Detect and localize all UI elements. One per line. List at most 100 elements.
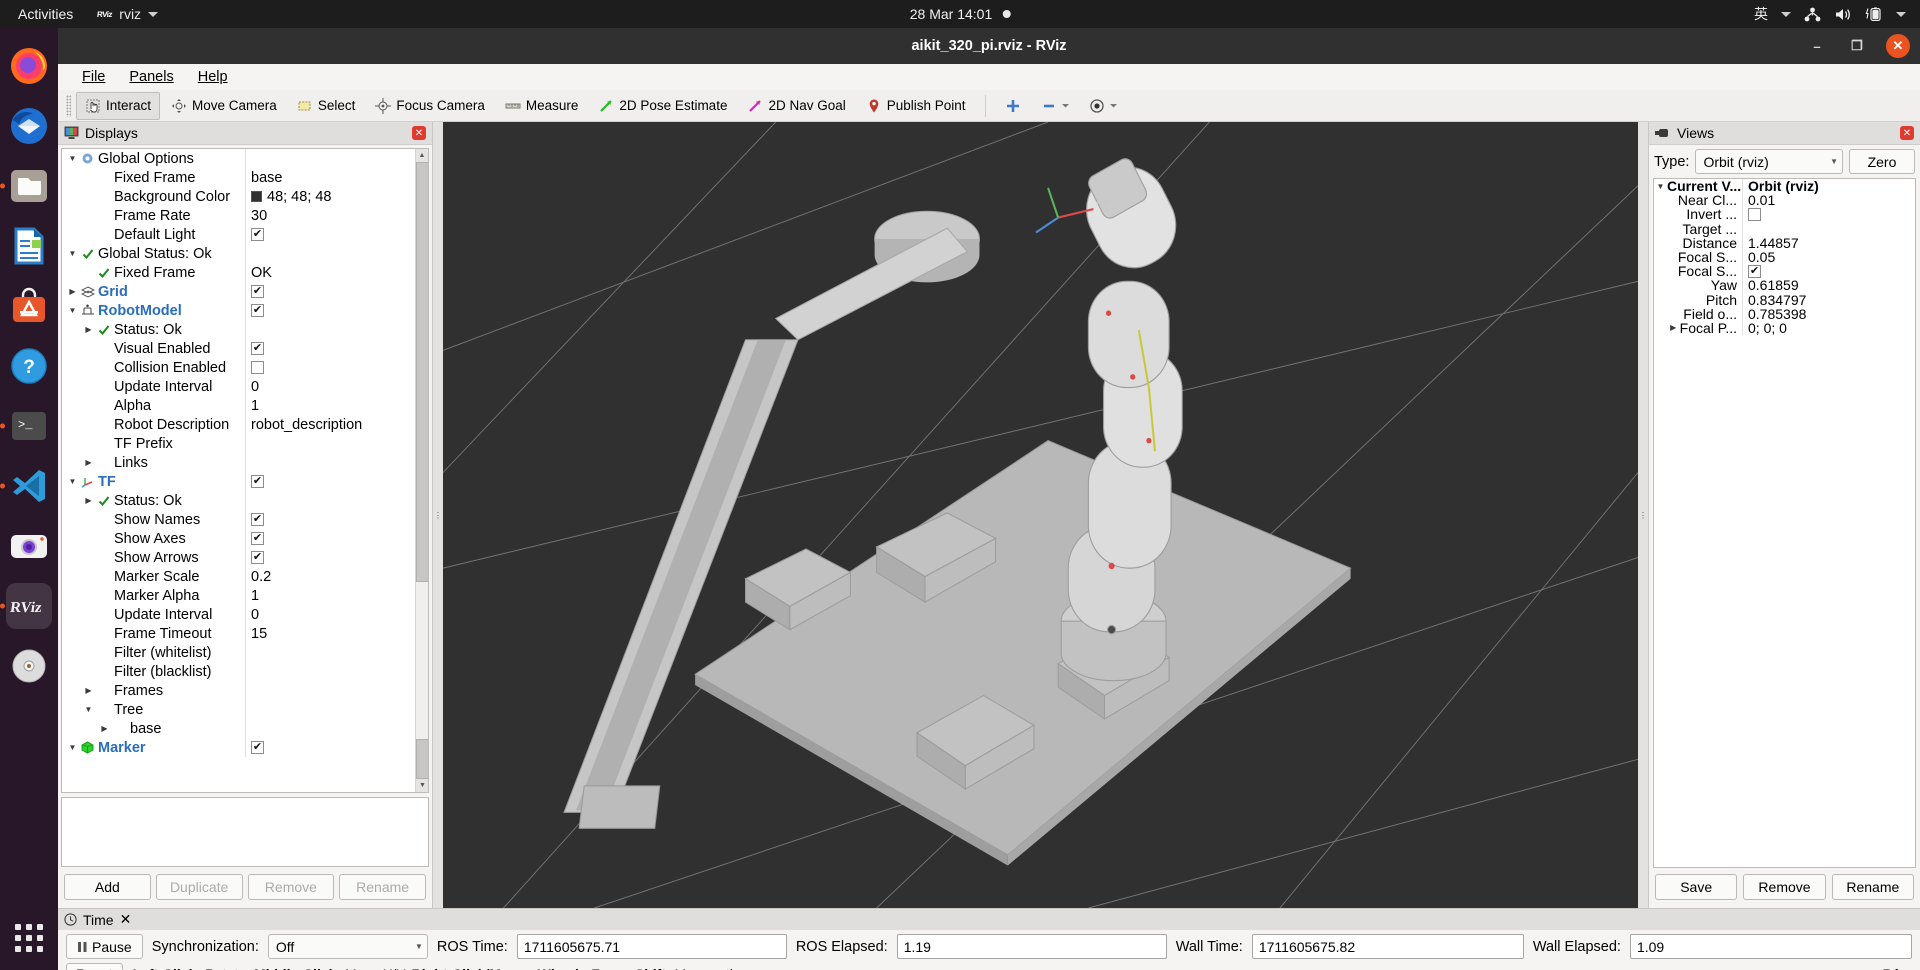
view-type-select[interactable]: Orbit (rviz) ▼	[1695, 149, 1843, 174]
display-row-value[interactable]: 15	[245, 624, 428, 643]
tool-select[interactable]: Select	[288, 92, 365, 120]
chevron-down-icon[interactable]: ▼	[82, 705, 95, 714]
remove-view-button[interactable]: Remove	[1743, 874, 1826, 900]
display-row-value[interactable]	[245, 149, 428, 168]
display-row[interactable]: Background Color 48; 48; 48	[62, 187, 428, 206]
chevron-right-icon[interactable]: ▶	[82, 325, 95, 334]
display-row[interactable]: Collision Enabled	[62, 358, 428, 377]
view-property-row[interactable]: Pitch 0.834797	[1654, 292, 1915, 308]
view-property-value[interactable]: 0.61859	[1742, 277, 1915, 293]
dock-item-files[interactable]	[0, 163, 52, 209]
left-splitter-handle[interactable]: ⋮	[433, 122, 443, 908]
display-row[interactable]: ▶ Links	[62, 453, 428, 472]
color-swatch[interactable]	[251, 191, 262, 202]
display-row-value[interactable]: base	[245, 168, 428, 187]
display-row-value[interactable]: 0	[245, 377, 428, 396]
pause-button[interactable]: Pause	[66, 934, 143, 959]
display-row-value[interactable]	[245, 700, 428, 719]
checkbox-unchecked[interactable]	[1748, 207, 1761, 221]
minimize-button[interactable]: –	[1806, 35, 1828, 57]
save-view-button[interactable]: Save	[1655, 874, 1738, 900]
display-row-value[interactable]: ✔	[245, 510, 428, 529]
checkbox-unchecked[interactable]	[251, 361, 264, 374]
rename-view-button[interactable]: Rename	[1831, 874, 1914, 900]
display-row[interactable]: ▼ TF ✔	[62, 472, 428, 491]
tool-2d-pose-estimate[interactable]: 2D Pose Estimate	[589, 92, 736, 120]
app-menu-button[interactable]: RViz rviz	[87, 6, 168, 22]
view-property-value[interactable]: 0.01	[1742, 192, 1915, 208]
views-tree[interactable]: ▼ Current V... Orbit (rviz) Near Cl... 0.01 I…	[1653, 178, 1916, 868]
tool-interact[interactable]: Interact	[76, 91, 161, 120]
synchronization-select[interactable]: Off ▼	[267, 934, 428, 959]
display-row-value[interactable]: ✔	[245, 548, 428, 567]
tool-move-camera[interactable]: Move Camera	[162, 92, 286, 120]
view-property-row[interactable]: Target ...	[1654, 221, 1915, 237]
toolbar-drag-handle[interactable]	[66, 94, 71, 117]
display-row[interactable]: Fixed Frame OK	[62, 263, 428, 282]
display-row-value[interactable]: ✔	[245, 472, 428, 491]
display-row-value[interactable]: ✔	[245, 529, 428, 548]
view-property-row[interactable]: ▼ Current V... Orbit (rviz)	[1654, 179, 1915, 194]
add-button[interactable]: Add	[64, 874, 151, 900]
display-row[interactable]: ▼ Marker ✔	[62, 738, 428, 757]
tool-properties-button[interactable]	[1080, 92, 1126, 120]
display-row[interactable]: Fixed Frame base	[62, 168, 428, 187]
battery-icon[interactable]	[1865, 6, 1883, 22]
right-splitter-handle[interactable]: ⋮	[1638, 122, 1648, 908]
display-row[interactable]: Robot Description robot_description	[62, 415, 428, 434]
menu-panels[interactable]: Panels	[119, 67, 183, 87]
display-row-value[interactable]: OK	[245, 263, 428, 282]
chevron-down-icon[interactable]: ▼	[66, 249, 79, 258]
display-row[interactable]: Update Interval 0	[62, 605, 428, 624]
display-row[interactable]: TF Prefix	[62, 434, 428, 453]
checkbox-checked[interactable]: ✔	[251, 228, 264, 241]
chevron-right-icon[interactable]: ▶	[98, 724, 111, 733]
checkbox-checked[interactable]: ✔	[251, 304, 264, 317]
display-row[interactable]: Default Light ✔	[62, 225, 428, 244]
dock-item-help[interactable]: ?	[6, 343, 52, 389]
view-property-row[interactable]: Yaw 0.61859	[1654, 277, 1915, 293]
display-row[interactable]: ▼ Tree	[62, 700, 428, 719]
display-row-value[interactable]	[245, 491, 428, 510]
view-property-row[interactable]: Focal S... ✔	[1654, 263, 1915, 279]
ime-chevron-down-icon[interactable]	[1781, 11, 1791, 17]
close-icon[interactable]: ✕	[120, 911, 132, 928]
wall-elapsed-field[interactable]: 1.09	[1629, 934, 1912, 959]
chevron-down-icon[interactable]: ▼	[66, 743, 79, 752]
activities-button[interactable]: Activities	[0, 6, 87, 22]
checkbox-checked[interactable]: ✔	[251, 551, 264, 564]
view-property-row[interactable]: Invert ...	[1654, 206, 1915, 222]
dock-item-rviz[interactable]: RViz	[0, 583, 52, 629]
tool-focus-camera[interactable]: Focus Camera	[366, 92, 494, 120]
ros-elapsed-field[interactable]: 1.19	[896, 934, 1167, 959]
display-row[interactable]: Filter (blacklist)	[62, 662, 428, 681]
display-row-value[interactable]: ✔	[245, 738, 428, 757]
dock-item-vscode[interactable]	[0, 463, 52, 509]
display-row-value[interactable]: 30	[245, 206, 428, 225]
reset-button[interactable]: Reset	[66, 963, 123, 970]
view-property-row[interactable]: Near Cl... 0.01	[1654, 192, 1915, 208]
display-row[interactable]: ▶ Grid ✔	[62, 282, 428, 301]
chevron-down-icon[interactable]: ▼	[66, 306, 79, 315]
tool-2d-nav-goal[interactable]: 2D Nav Goal	[738, 92, 854, 120]
chevron-right-icon[interactable]: ▶	[1667, 323, 1680, 332]
checkbox-checked[interactable]: ✔	[251, 475, 264, 488]
view-property-value[interactable]	[1742, 207, 1915, 222]
view-property-value[interactable]	[1742, 221, 1915, 236]
display-row-value[interactable]	[245, 244, 428, 263]
chevron-right-icon[interactable]: ▶	[82, 458, 95, 467]
display-row-value[interactable]: 1	[245, 396, 428, 415]
display-row-value[interactable]: robot_description	[245, 415, 428, 434]
display-row[interactable]: ▶ Frames	[62, 681, 428, 700]
scroll-up-icon[interactable]: ▲	[416, 149, 428, 162]
checkbox-checked[interactable]: ✔	[251, 342, 264, 355]
display-row-value[interactable]	[245, 643, 428, 662]
display-row[interactable]: ▼ Global Options	[62, 149, 428, 168]
display-row-value[interactable]	[245, 358, 428, 377]
view-property-value[interactable]: ✔	[1742, 264, 1915, 279]
view-property-value[interactable]: 1.44857	[1742, 235, 1915, 251]
view-property-value[interactable]: 0.834797	[1742, 292, 1915, 308]
display-row-value[interactable]	[245, 453, 428, 472]
view-property-value[interactable]: 0.785398	[1742, 306, 1915, 322]
display-row-value[interactable]: 0.2	[245, 567, 428, 586]
